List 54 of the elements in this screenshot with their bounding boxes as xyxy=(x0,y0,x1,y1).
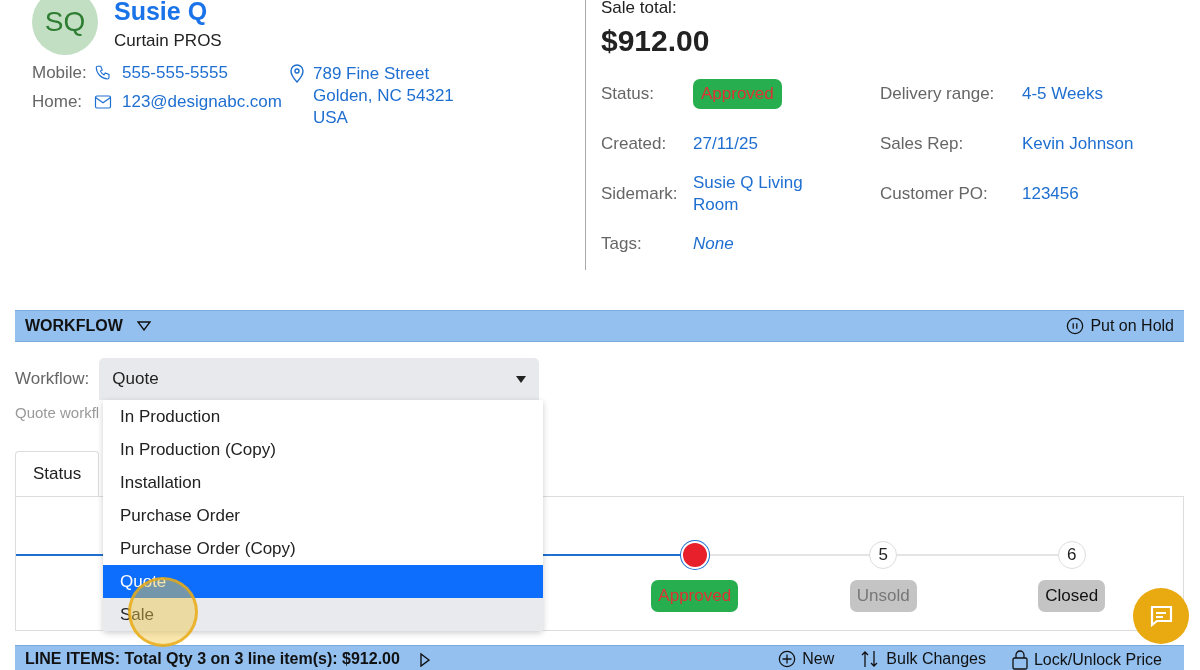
section-title: LINE ITEMS: Total Qty 3 on 3 line item(s): $912.00 xyxy=(25,650,400,668)
dropdown-option[interactable]: Installation xyxy=(103,466,543,499)
contact-label: Mobile: xyxy=(32,63,88,83)
field-label: Sidemark: xyxy=(601,184,679,204)
field-label: Sales Rep: xyxy=(880,134,965,154)
avatar: SQ xyxy=(32,0,98,55)
location-pin-icon xyxy=(289,63,305,83)
field-value[interactable]: 4-5 Weeks xyxy=(1022,83,1152,105)
toolbar-button[interactable]: Bulk Changes xyxy=(860,650,986,668)
field-value[interactable]: 27/11/25 xyxy=(693,133,823,155)
contact-label: Home: xyxy=(32,92,84,112)
workflow-label: Workflow: xyxy=(15,369,90,389)
collapse-triangle-icon[interactable] xyxy=(136,321,151,331)
field-label: Tags: xyxy=(601,234,643,254)
dropdown-option[interactable]: Purchase Order (Copy) xyxy=(103,532,543,565)
dropdown-option[interactable]: In Production xyxy=(103,400,543,433)
phone-link[interactable]: 555-555-5555 xyxy=(122,63,228,83)
address-line[interactable]: Golden, NC 54321 xyxy=(313,85,454,107)
address-line[interactable]: 789 Fine Street xyxy=(313,63,454,85)
field-value: None xyxy=(693,233,735,255)
field-label: Customer PO: xyxy=(880,184,989,204)
field-label: Created: xyxy=(601,134,668,154)
workflow-description: Quote workfl xyxy=(15,404,100,421)
dropdown-option[interactable]: In Production (Copy) xyxy=(103,433,543,466)
field-value[interactable]: 123456 xyxy=(1022,183,1152,205)
status-tab[interactable]: Status xyxy=(15,451,100,497)
dropdown-option[interactable]: Purchase Order xyxy=(103,499,543,532)
toolbar-button[interactable]: New xyxy=(778,650,835,668)
step-label[interactable]: Closed xyxy=(1038,580,1106,612)
step-number: 6 xyxy=(1057,541,1086,569)
chat-icon xyxy=(1148,604,1174,628)
field-value[interactable]: Kevin Johnson xyxy=(1022,133,1152,155)
customer-name[interactable]: Susie Q xyxy=(114,0,208,25)
address-line[interactable]: USA xyxy=(313,107,454,129)
status-badge: Approved xyxy=(693,79,782,109)
field-label: Delivery range: xyxy=(880,84,996,104)
section-title: WORKFLOW xyxy=(25,317,123,335)
phone-icon xyxy=(94,64,112,82)
plus-circle-icon xyxy=(778,650,797,668)
workflow-select[interactable]: Quote xyxy=(99,358,540,400)
sale-total: $912.00 xyxy=(601,24,711,58)
email-link[interactable]: 123@designabc.com xyxy=(122,92,282,112)
expand-triangle-icon[interactable] xyxy=(419,653,430,667)
put-on-hold-button[interactable]: Put on Hold xyxy=(1066,317,1174,335)
company-name: Curtain PROS xyxy=(114,31,222,51)
lock-icon xyxy=(1011,650,1028,670)
dropdown-caret-icon xyxy=(516,375,527,383)
field-value[interactable]: Susie Q Living Room xyxy=(693,172,823,216)
pause-circle-icon xyxy=(1066,317,1085,335)
step-number: 5 xyxy=(869,541,898,569)
field-label: Status: xyxy=(601,84,655,104)
mail-icon xyxy=(94,94,112,110)
toolbar-button[interactable]: Lock/Unlock Price xyxy=(1011,650,1162,670)
sale-total-label: Sale total: xyxy=(601,0,678,18)
